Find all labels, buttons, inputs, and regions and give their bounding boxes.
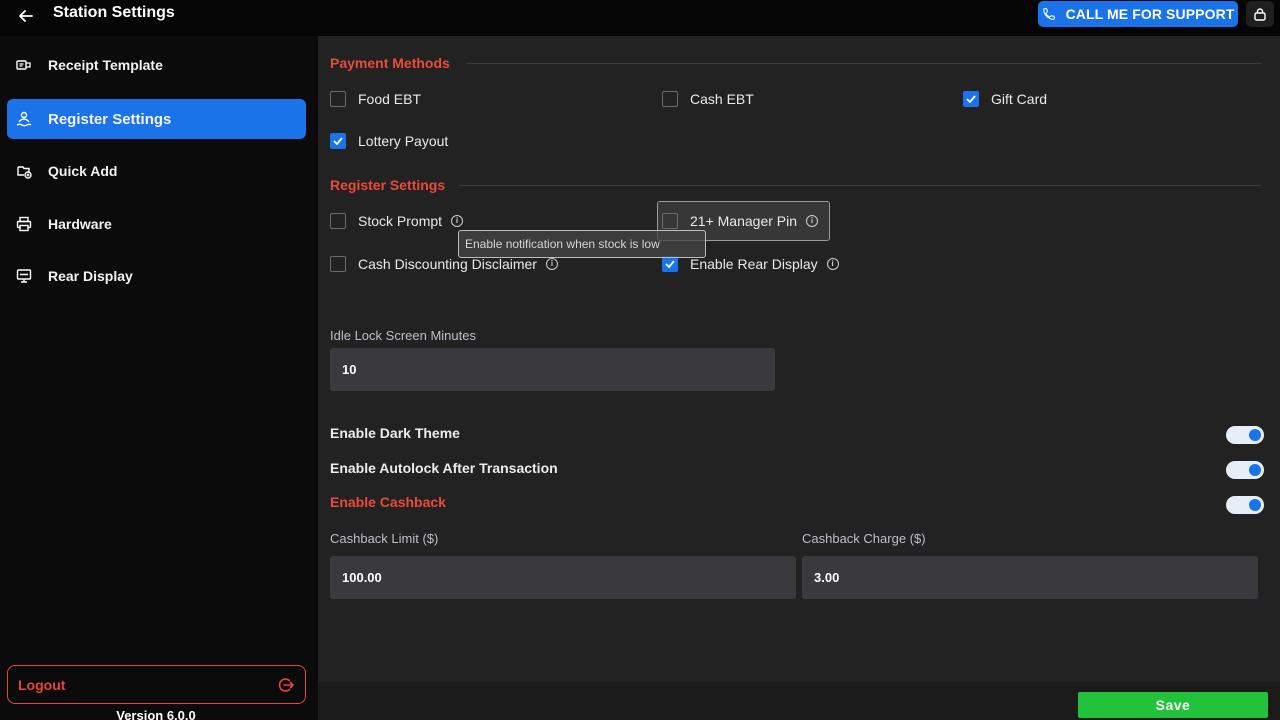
cashback-toggle[interactable] <box>1226 496 1264 514</box>
checkbox-label: Enable Rear Display <box>690 256 818 272</box>
stock-prompt-checkbox[interactable]: Stock Prompt i <box>330 213 464 229</box>
stock-prompt-tooltip: Enable notification when stock is low <box>458 230 706 258</box>
quick-add-icon <box>15 162 33 180</box>
logout-icon <box>278 677 294 692</box>
call-support-button[interactable]: CALL ME FOR SUPPORT <box>1038 1 1238 27</box>
checkbox-box[interactable] <box>330 133 346 149</box>
checkbox-label: Gift Card <box>991 91 1048 107</box>
checkbox-label: Lottery Payout <box>358 133 449 149</box>
autolock-toggle[interactable] <box>1226 461 1264 479</box>
cashback-charge-input[interactable] <box>802 556 1258 599</box>
lock-screen-button[interactable] <box>1246 1 1274 27</box>
sidebar-item-hardware[interactable]: Hardware <box>7 204 306 244</box>
sidebar-item-receipt-template[interactable]: Receipt Template <box>7 45 306 85</box>
call-support-label: CALL ME FOR SUPPORT <box>1065 6 1235 22</box>
checkbox-label: 21+ Manager Pin <box>690 213 798 229</box>
checkbox-box[interactable] <box>662 91 678 107</box>
logout-button[interactable]: Logout <box>7 665 306 704</box>
sidebar-item-register-settings[interactable]: Register Settings <box>7 99 306 139</box>
sidebar-item-label: Receipt Template <box>48 57 163 73</box>
logout-label: Logout <box>18 676 66 693</box>
checkbox-box[interactable] <box>963 91 979 107</box>
gift-card-checkbox[interactable]: Gift Card <box>963 91 1047 107</box>
sidebar-item-quick-add[interactable]: Quick Add <box>7 151 306 191</box>
checkbox-box[interactable] <box>330 256 346 272</box>
checkmark-icon <box>333 137 343 145</box>
dark-theme-label: Enable Dark Theme <box>330 425 460 441</box>
lock-icon <box>1254 8 1266 21</box>
cashback-label: Enable Cashback <box>330 494 446 510</box>
info-icon[interactable]: i <box>451 215 464 227</box>
idle-lock-label: Idle Lock Screen Minutes <box>330 328 476 343</box>
sidebar-item-rear-display[interactable]: Rear Display <box>7 256 306 296</box>
checkbox-box[interactable] <box>662 256 678 272</box>
checkbox-box[interactable] <box>662 213 678 229</box>
toggle-knob <box>1249 499 1261 511</box>
section-divider <box>466 63 1262 64</box>
back-arrow-icon <box>19 10 33 22</box>
cash-ebt-checkbox[interactable]: Cash EBT <box>662 91 754 107</box>
lottery-payout-checkbox[interactable]: Lottery Payout <box>330 133 448 149</box>
manager-pin-checkbox[interactable]: 21+ Manager Pin i <box>662 213 819 229</box>
save-button[interactable]: Save <box>1078 692 1268 718</box>
cashback-charge-label: Cashback Charge ($) <box>802 531 926 546</box>
info-icon[interactable]: i <box>545 258 558 270</box>
info-icon[interactable]: i <box>806 215 819 227</box>
cashback-limit-input[interactable] <box>330 556 796 599</box>
printer-icon <box>15 215 33 233</box>
cashback-limit-label: Cashback Limit ($) <box>330 531 439 546</box>
register-settings-title: Register Settings <box>330 177 446 193</box>
monitor-icon <box>15 267 33 285</box>
checkmark-icon <box>665 260 675 268</box>
sidebar-item-label: Quick Add <box>48 163 118 179</box>
autolock-label: Enable Autolock After Transaction <box>330 460 558 476</box>
food-ebt-checkbox[interactable]: Food EBT <box>330 91 421 107</box>
toggle-knob <box>1249 429 1261 441</box>
sidebar-item-label: Rear Display <box>48 268 133 284</box>
version-label: Version 6.0.0 <box>116 708 196 720</box>
register-icon <box>15 110 33 128</box>
checkbox-label: Cash EBT <box>690 91 754 107</box>
receipt-icon <box>15 56 33 74</box>
cash-discounting-disclaimer-checkbox[interactable]: Cash Discounting Disclaimer i <box>330 256 558 272</box>
page-title: Station Settings <box>53 4 175 21</box>
enable-rear-display-checkbox[interactable]: Enable Rear Display i <box>662 256 839 272</box>
checkmark-icon <box>966 95 976 103</box>
idle-lock-minutes-input[interactable] <box>330 348 775 391</box>
checkbox-box[interactable] <box>330 91 346 107</box>
checkbox-label: Food EBT <box>358 91 422 107</box>
top-bar: Station Settings CALL ME FOR SUPPORT <box>0 0 1280 36</box>
checkbox-label: Stock Prompt <box>358 213 443 229</box>
info-icon[interactable]: i <box>826 258 839 270</box>
section-divider <box>458 185 1262 186</box>
checkbox-label: Cash Discounting Disclaimer <box>358 256 537 272</box>
phone-icon <box>1042 8 1055 20</box>
sidebar-item-label: Hardware <box>48 216 112 232</box>
payment-methods-title: Payment Methods <box>330 55 450 71</box>
back-button[interactable] <box>14 4 38 28</box>
dark-theme-toggle[interactable] <box>1226 426 1264 444</box>
toggle-knob <box>1249 464 1261 476</box>
sidebar-item-label: Register Settings <box>48 110 172 128</box>
sidebar: Receipt Template Register Settings Quick… <box>0 36 318 720</box>
checkbox-box[interactable] <box>330 213 346 229</box>
